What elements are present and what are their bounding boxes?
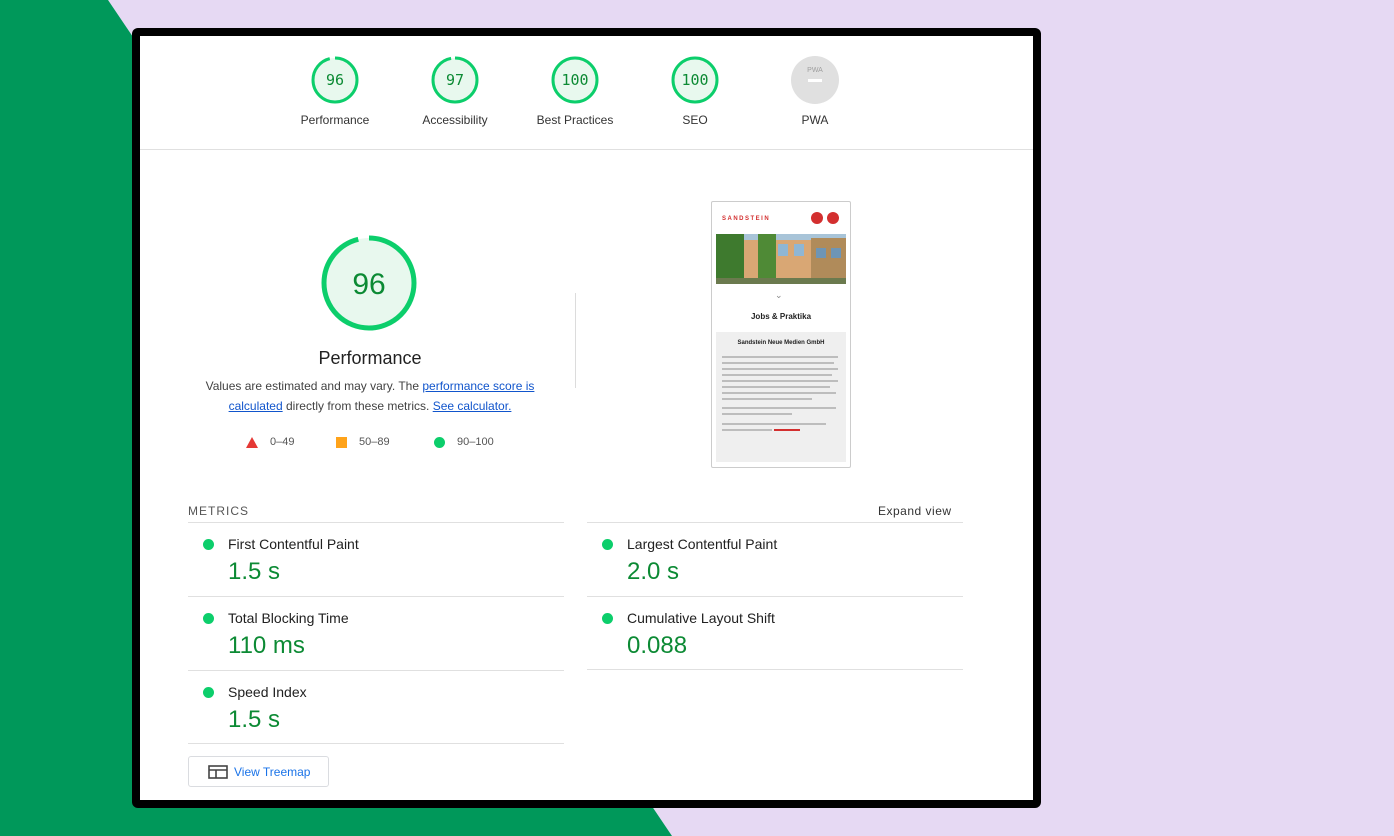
- metric-largest-contentful-paint: Largest Contentful Paint 2.0 s: [587, 522, 963, 596]
- screenshot-frame: 96 Performance 97 Accessibility 100 Best…: [132, 28, 1041, 808]
- metric-speed-index: Speed Index 1.5 s: [188, 670, 564, 744]
- text-line: [722, 423, 826, 425]
- performance-gauge: 96: [320, 234, 418, 337]
- chevron-down-icon: ⌄: [775, 290, 783, 300]
- gauge-ring: 97: [431, 56, 479, 104]
- gauge-score: 100: [681, 71, 708, 89]
- metric-label: First Contentful Paint: [228, 536, 359, 552]
- text-line: [722, 407, 836, 409]
- expand-view-button[interactable]: Expand view: [878, 504, 952, 518]
- lighthouse-report: 96 Performance 97 Accessibility 100 Best…: [140, 36, 1033, 800]
- performance-gauge-ring: 96: [321, 235, 417, 331]
- performance-title: Performance: [318, 348, 422, 368]
- see-calculator-link[interactable]: See calculator.: [433, 399, 512, 413]
- metric-value: 1.5 s: [228, 558, 281, 585]
- screenshot-heading: Jobs & Praktika: [750, 312, 812, 321]
- metric-value: 1.5 s: [228, 706, 281, 733]
- metric-label: Cumulative Layout Shift: [627, 610, 775, 626]
- gauge-ring: 100: [551, 56, 599, 104]
- screenshot-content-box: Sandstein Neue Medien GmbH: [716, 332, 846, 462]
- desc-text: Values are estimated and may vary. The: [205, 379, 423, 393]
- text-line: [722, 386, 830, 388]
- legend-range: 50–89: [359, 436, 390, 448]
- pwa-badge-icon: PWA: [791, 56, 839, 104]
- brand-logo: SANDSTEIN: [722, 216, 771, 222]
- text-line: [722, 356, 838, 358]
- legend-item-average: 50–89: [336, 436, 390, 448]
- page-screenshot: SANDSTEIN ⌄ Jobs & Praktika Sandstein Ne…: [711, 201, 851, 468]
- menu-icon: [811, 212, 823, 224]
- metric-value: 0.088: [627, 632, 688, 659]
- text-line: [722, 362, 834, 364]
- text-line: [722, 392, 836, 394]
- gauge-label: Performance: [300, 113, 370, 127]
- metric-row-divider: [587, 669, 963, 671]
- score-legend: 0–49 50–89 90–100: [240, 436, 510, 456]
- metrics-bottom-divider: [188, 743, 564, 744]
- vertical-divider: [575, 293, 576, 388]
- view-treemap-button[interactable]: View Treemap: [188, 756, 329, 787]
- text-line: [722, 374, 832, 376]
- desc-text: directly from these metrics.: [282, 399, 433, 413]
- treemap-icon: [208, 764, 228, 779]
- gauge-accessibility[interactable]: 97 Accessibility: [395, 55, 515, 127]
- metric-first-contentful-paint: First Contentful Paint 1.5 s: [188, 522, 564, 596]
- header-divider: [140, 149, 1033, 150]
- metric-total-blocking-time: Total Blocking Time 110 ms: [188, 596, 564, 670]
- legend-range: 0–49: [270, 436, 295, 448]
- gauge-performance[interactable]: 96 Performance: [275, 55, 395, 127]
- pass-circle-icon: [203, 687, 214, 698]
- gauge-ring: 96: [311, 56, 359, 104]
- pass-circle-icon: [602, 613, 613, 624]
- metrics-header: METRICS: [188, 504, 249, 518]
- gauge-pwa[interactable]: PWA PWA: [755, 55, 875, 127]
- gauge-label: PWA: [801, 113, 829, 127]
- text-line: [722, 398, 812, 400]
- gauge-best-practices[interactable]: 100 Best Practices: [515, 55, 635, 127]
- text-line: [722, 368, 838, 370]
- text-line: [722, 380, 838, 382]
- metric-label: Total Blocking Time: [228, 610, 349, 626]
- gauge-label: SEO: [682, 113, 708, 127]
- search-icon: [827, 212, 839, 224]
- square-icon: [336, 436, 347, 448]
- pass-circle-icon: [602, 539, 613, 550]
- metric-value: 2.0 s: [627, 558, 680, 585]
- building-photo: [716, 234, 846, 284]
- performance-score: 96: [352, 268, 385, 301]
- treemap-button-label: View Treemap: [234, 764, 311, 779]
- performance-description: Values are estimated and may vary. The p…: [195, 376, 545, 416]
- text-line: [722, 429, 772, 431]
- triangle-icon: [246, 436, 258, 448]
- gauge-seo[interactable]: 100 SEO: [635, 55, 755, 127]
- legend-item-fail: 0–49: [246, 436, 294, 448]
- metric-label: Speed Index: [228, 684, 307, 700]
- metric-label: Largest Contentful Paint: [627, 536, 778, 552]
- gauge-label: Accessibility: [422, 113, 488, 127]
- gauge-score: 97: [446, 71, 464, 89]
- circle-icon: [434, 436, 445, 448]
- text-line: [722, 413, 792, 415]
- metric-value: 110 ms: [228, 632, 305, 659]
- gauge-label: Best Practices: [536, 113, 614, 127]
- gauge-score: 100: [561, 71, 588, 89]
- pass-circle-icon: [203, 613, 214, 624]
- legend-range: 90–100: [457, 436, 494, 448]
- svg-text:PWA: PWA: [807, 67, 823, 74]
- pass-circle-icon: [203, 539, 214, 550]
- legend-item-pass: 90–100: [434, 436, 494, 448]
- metric-cumulative-layout-shift: Cumulative Layout Shift 0.088: [587, 596, 963, 670]
- red-link-line: [774, 429, 800, 431]
- gauge-ring: 100: [671, 56, 719, 104]
- screenshot-box-heading: Sandstein Neue Medien GmbH: [737, 340, 825, 346]
- gauge-score: 96: [326, 71, 344, 89]
